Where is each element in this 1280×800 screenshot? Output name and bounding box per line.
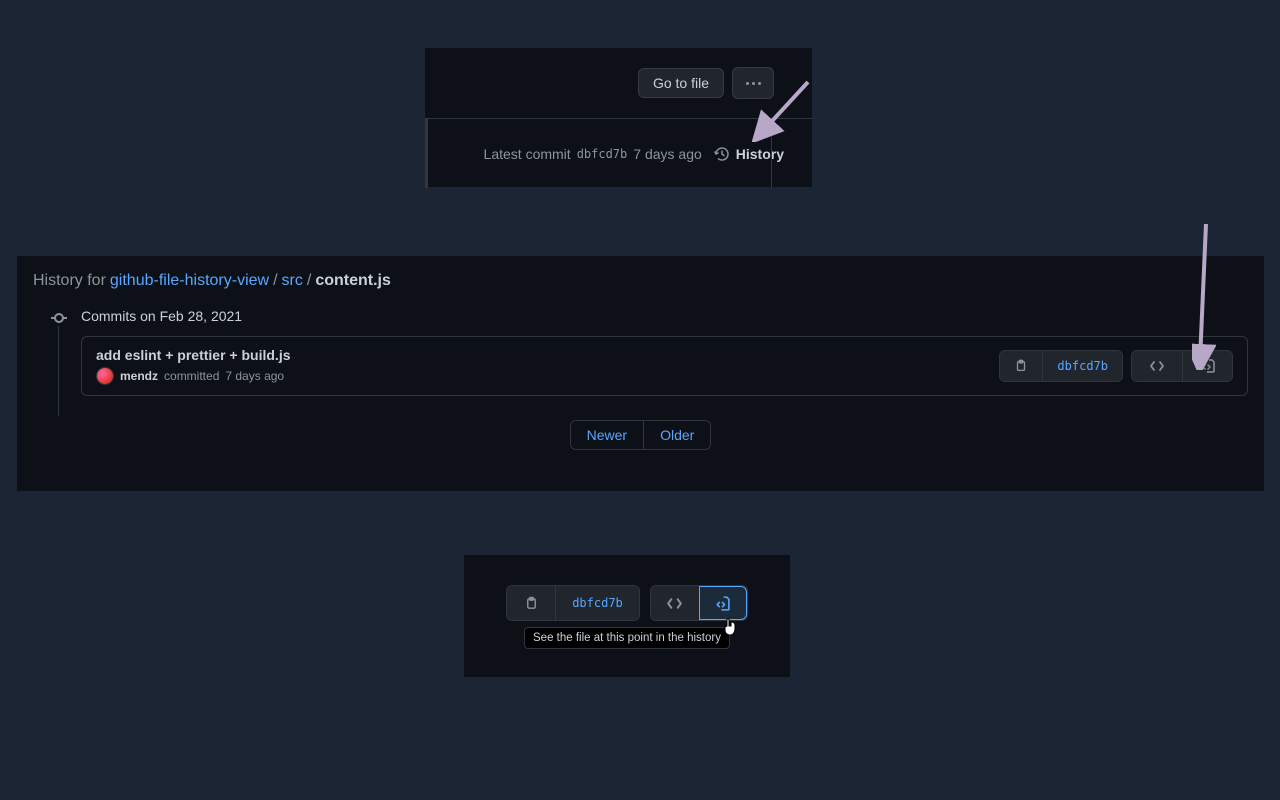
avatar[interactable]	[96, 367, 114, 385]
annotation-arrow	[1192, 220, 1216, 370]
history-icon	[714, 146, 730, 162]
zoom-actions: dbfcd7b	[506, 585, 748, 621]
commit-dot-icon	[51, 310, 67, 326]
code-icon	[666, 595, 683, 612]
copy-sha-button[interactable]	[1000, 351, 1042, 381]
commits-date: Commits on Feb 28, 2021	[81, 308, 1248, 324]
breadcrumb-file: content.js	[315, 272, 391, 290]
pager: Newer Older	[33, 420, 1248, 450]
copy-sha-button[interactable]	[507, 586, 555, 620]
history-label: History	[736, 146, 784, 162]
code-icon	[1149, 358, 1165, 374]
browse-repo-button[interactable]	[1132, 351, 1182, 381]
commit-timeline: Commits on Feb 28, 2021 add eslint + pre…	[33, 308, 1248, 396]
commit-sha[interactable]: dbfcd7b	[577, 147, 628, 161]
breadcrumb-src[interactable]: src	[282, 272, 303, 290]
clipboard-icon	[1014, 359, 1028, 373]
commit-meta: mendz committed 7 days ago	[96, 367, 291, 385]
file-code-icon	[714, 595, 731, 612]
breadcrumb: History for github-file-history-view / s…	[33, 272, 1248, 290]
breadcrumb-prefix: History for	[33, 272, 106, 290]
tooltip: See the file at this point in the histor…	[524, 627, 730, 649]
history-link[interactable]: History	[714, 146, 784, 162]
go-to-file-button[interactable]: Go to file	[638, 68, 724, 98]
commit-row-time: 7 days ago	[225, 369, 284, 383]
browse-repo-button[interactable]	[651, 586, 699, 620]
commit-author[interactable]: mendz	[120, 369, 158, 383]
pager-older[interactable]: Older	[643, 421, 710, 449]
commit-row: add eslint + prettier + build.js mendz c…	[81, 336, 1248, 396]
commit-committed-label: committed	[164, 369, 219, 383]
latest-commit-label: Latest commit	[484, 146, 571, 162]
view-file-at-commit-button[interactable]	[699, 586, 747, 620]
clipboard-icon	[524, 596, 539, 611]
commit-sha-link[interactable]: dbfcd7b	[1042, 351, 1122, 381]
commit-time: 7 days ago	[633, 146, 702, 162]
annotation-arrow	[752, 76, 814, 142]
breadcrumb-repo[interactable]: github-file-history-view	[110, 272, 269, 290]
commit-sha-link[interactable]: dbfcd7b	[555, 586, 639, 620]
zoom-panel: dbfcd7b See the file at this point in th…	[464, 555, 790, 677]
commit-message[interactable]: add eslint + prettier + build.js	[96, 347, 291, 363]
history-panel: History for github-file-history-view / s…	[16, 255, 1265, 492]
pager-newer[interactable]: Newer	[571, 421, 643, 449]
